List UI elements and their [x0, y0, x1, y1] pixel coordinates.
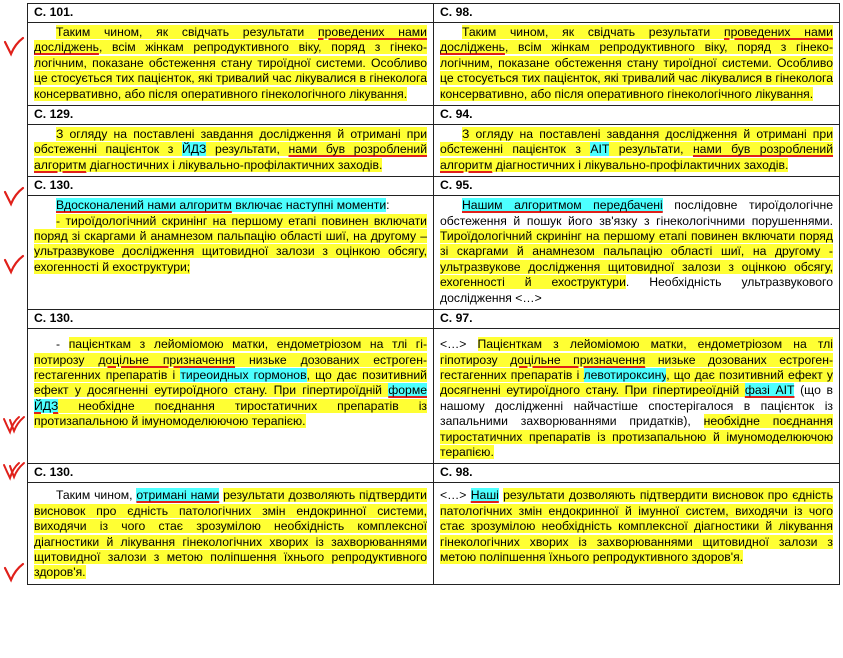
cyan-term: тиреоидных гормонов: [180, 367, 307, 382]
left-text-cell: З огляду на поставлені завдання дослідже…: [27, 124, 434, 178]
check-mark-icon: [2, 460, 26, 482]
text-row: Вдосконалений нами алгоритм включає наст…: [27, 195, 840, 311]
left-page-ref: С. 129.: [27, 105, 434, 126]
text-run: необхідне поєднання тиростатичних препар…: [34, 398, 427, 429]
underlined-phrase: Наші: [470, 488, 499, 503]
check-mark-icon: [2, 562, 26, 584]
left-text-cell: Таким чином, отримані нами результати до…: [27, 482, 434, 585]
text-run: Таким чином, як свідчать результати: [462, 25, 724, 39]
right-page-ref: С. 94.: [433, 105, 840, 126]
left-page-ref: С. 130.: [27, 309, 434, 330]
text-row: Таким чином, отримані нами результати до…: [27, 482, 840, 585]
left-text-cell: - пацієнткам з лейоміомою матки, ендомет…: [27, 328, 434, 465]
text-run: результати,: [206, 142, 289, 157]
page-header-row: С. 130. С. 98.: [27, 463, 840, 484]
right-text-cell: <…> Пацієнткам з лейоміомою матки, ендом…: [433, 328, 840, 465]
text-row: - пацієнткам з лейоміомою матки, ендомет…: [27, 328, 840, 465]
cyan-term: включає наступні моменти: [231, 198, 387, 213]
underlined-phrase: Вдосконалений нами алгоритм: [56, 198, 232, 213]
check-mark-icon: [2, 186, 26, 208]
right-page-ref: С. 98.: [433, 3, 840, 23]
comparison-table: С. 101. С. 98. Таким чином, як свідчать …: [27, 3, 840, 585]
right-text-cell: Нашим алгоритмом передбачені послідовне …: [433, 195, 840, 311]
left-margin: [0, 0, 28, 658]
text-run: <…>: [440, 488, 471, 503]
text-run: - тироїдологічний скринінг на першому ет…: [34, 213, 427, 274]
page-header-row: С. 101. С. 98.: [27, 3, 840, 23]
text-run: -: [56, 337, 69, 352]
text-run: діагностичних і лікувально-профілактични…: [492, 157, 789, 172]
left-page-ref: С. 130.: [27, 176, 434, 197]
check-mark-icon: [2, 254, 26, 276]
right-page-ref: С. 97.: [433, 309, 840, 330]
underlined-phrase: доцільне призначення: [98, 352, 236, 367]
cyan-term: левотироксину: [583, 367, 667, 382]
underlined-phrase: отримані нами: [136, 488, 220, 503]
text-run: діагностичних і лікувально-профілактич­н…: [86, 157, 383, 172]
check-mark-icon: [2, 414, 26, 436]
underlined-phrase: Нашим алгоритмом передбачені: [462, 198, 663, 213]
page-header-row: С. 129. С. 94.: [27, 105, 840, 126]
right-page-ref: С. 95.: [433, 176, 840, 197]
text-run: Таким чином, як свідчать результати: [56, 25, 318, 39]
left-text-cell: Таким чином, як свідчать результати пров…: [27, 21, 434, 107]
right-text-cell: Таким чином, як свідчать результати пров…: [433, 21, 840, 107]
text-run: Таким чином,: [56, 488, 137, 503]
cyan-term: фазі АІТ: [744, 383, 795, 398]
text-run: результати,: [609, 142, 693, 157]
left-text-cell: Вдосконалений нами алгоритм включає наст…: [27, 195, 434, 311]
text-run: <…>: [440, 337, 478, 352]
left-page-ref: С. 101.: [27, 3, 434, 23]
page-header-row: С. 130. С. 95.: [27, 176, 840, 197]
text-row: Таким чином, як свідчать результати пров…: [27, 21, 840, 107]
right-page-ref: С. 98.: [433, 463, 840, 484]
underlined-phrase: доцільне призначення: [510, 352, 646, 367]
text-row: З огляду на поставлені завдання дослідже…: [27, 124, 840, 178]
cyan-term: ЙДЗ: [182, 142, 207, 157]
page-header-row: С. 130. С. 97.: [27, 309, 840, 330]
cyan-term: АІТ: [590, 142, 610, 157]
right-text-cell: <…> Наші результати дозволяють підтверди…: [433, 482, 840, 585]
check-mark-icon: [2, 36, 26, 58]
right-text-cell: З огляду на поставлені завдання дослідже…: [433, 124, 840, 178]
left-page-ref: С. 130.: [27, 463, 434, 484]
text-run: :: [386, 198, 390, 213]
